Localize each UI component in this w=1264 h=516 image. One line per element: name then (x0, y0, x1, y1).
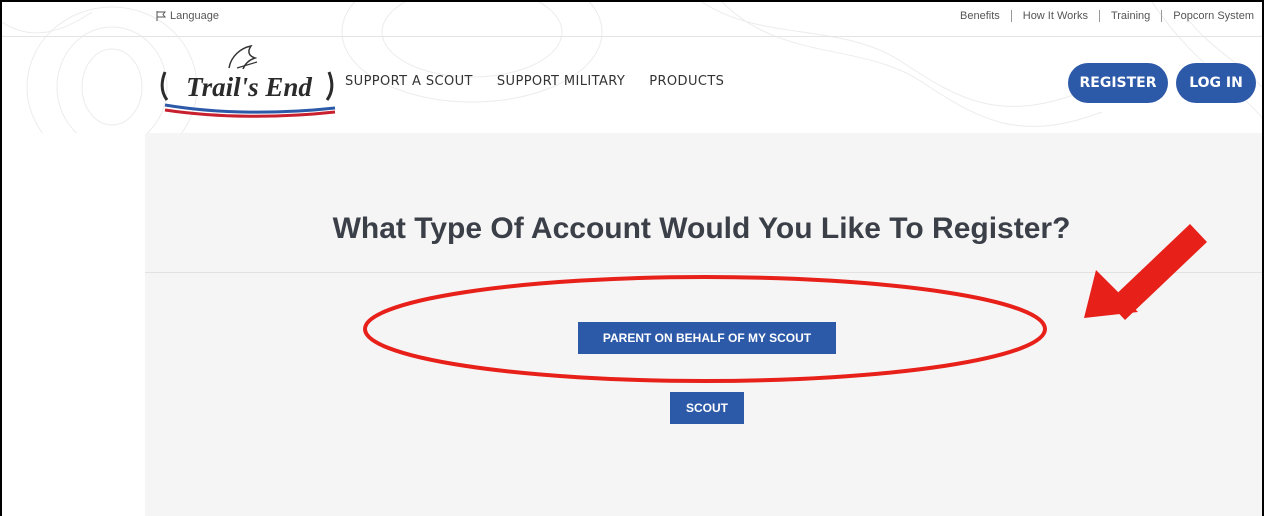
link-training[interactable]: Training (1111, 10, 1150, 22)
link-popcorn-system[interactable]: Popcorn System (1173, 10, 1254, 22)
divider (145, 272, 1262, 273)
nav-support-military[interactable]: SUPPORT MILITARY (497, 74, 625, 89)
scout-account-button[interactable]: SCOUT (670, 392, 744, 424)
nav-products[interactable]: PRODUCTS (649, 74, 724, 89)
parent-account-button[interactable]: PARENT ON BEHALF OF MY SCOUT (578, 322, 836, 354)
link-how-it-works[interactable]: How It Works (1023, 10, 1088, 22)
flag-icon (156, 11, 167, 21)
site-header: Language Benefits How It Works Training … (2, 2, 1262, 133)
nav-support-a-scout[interactable]: SUPPORT A SCOUT (345, 74, 473, 89)
language-selector[interactable]: Language (155, 10, 219, 22)
link-benefits[interactable]: Benefits (960, 10, 1000, 22)
page-title-text: What Type Of Account Would You Like To R… (332, 212, 1071, 245)
utility-bar: Language Benefits How It Works Training … (2, 2, 1262, 37)
trails-end-logo[interactable]: Trail's End (159, 42, 339, 122)
logo-text: Trail's End (186, 72, 312, 102)
separator (1098, 10, 1100, 22)
separator (1161, 10, 1163, 22)
utility-links: Benefits How It Works Training Popcorn S… (960, 10, 1254, 22)
browser-frame: Language Benefits How It Works Training … (0, 0, 1264, 516)
page-title: What Type Of Account Would You Like To R… (145, 212, 1262, 246)
separator (1010, 10, 1012, 22)
login-button[interactable]: LOG IN (1176, 63, 1256, 103)
register-button[interactable]: REGISTER (1068, 63, 1168, 103)
language-label: Language (170, 10, 219, 22)
main-nav: SUPPORT A SCOUT SUPPORT MILITARY PRODUCT… (345, 74, 724, 89)
